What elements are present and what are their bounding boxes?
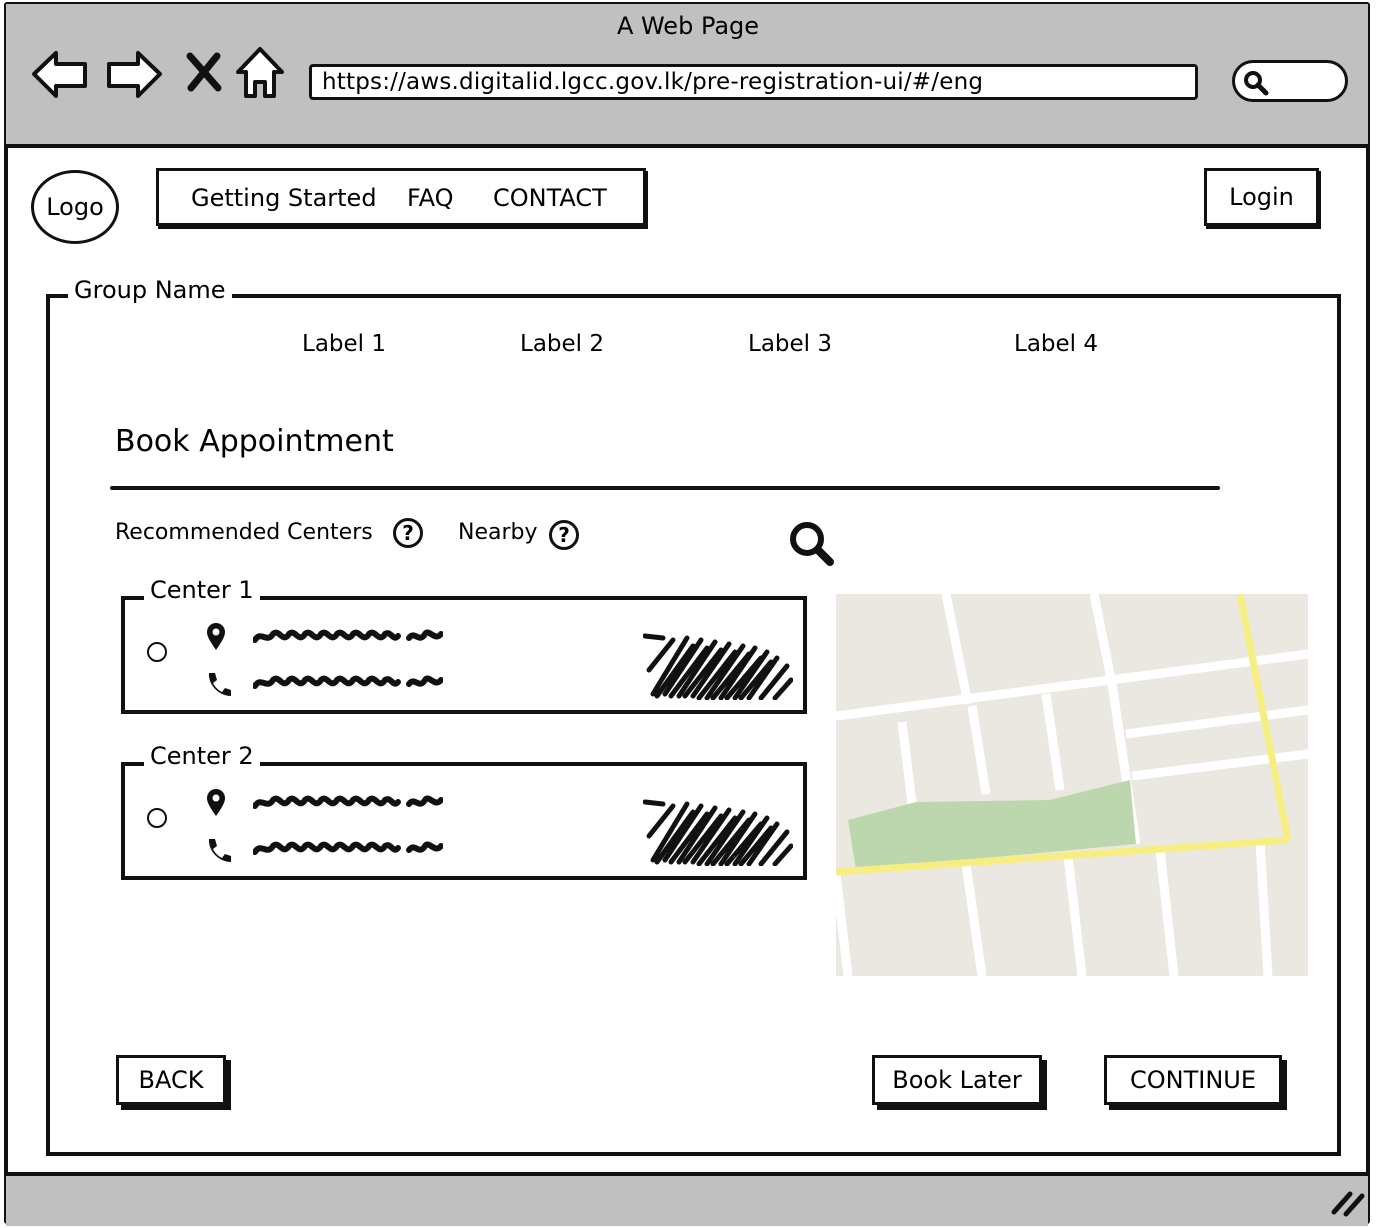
center-title: Center 1 (144, 576, 260, 604)
tab-recommended-centers[interactable]: Recommended Centers (115, 520, 373, 545)
address-bar[interactable]: https://aws.digitalid.lgcc.gov.lk/pre-re… (309, 64, 1198, 100)
center-card[interactable] (121, 762, 807, 880)
scribble-image (642, 796, 794, 870)
center-card[interactable] (121, 596, 807, 714)
redacted-text (252, 626, 444, 652)
login-button[interactable]: Login (1204, 168, 1319, 226)
location-pin-icon (205, 622, 227, 656)
center-title: Center 2 (144, 742, 260, 770)
help-glyph: ? (402, 521, 414, 545)
search-icon (1243, 70, 1269, 100)
phone-icon (205, 836, 233, 868)
home-icon[interactable] (234, 44, 286, 100)
browser-status-bar (6, 1172, 1368, 1226)
search-icon[interactable] (788, 520, 836, 572)
back-button[interactable]: BACK (116, 1055, 226, 1105)
close-icon[interactable] (184, 52, 224, 92)
main-nav: Getting Started FAQ CONTACT (156, 168, 646, 226)
nav-contact[interactable]: CONTACT (493, 184, 607, 212)
location-pin-icon (205, 788, 227, 822)
nav-faq[interactable]: FAQ (407, 184, 454, 212)
address-bar-url: https://aws.digitalid.lgcc.gov.lk/pre-re… (322, 69, 984, 95)
continue-button[interactable]: CONTINUE (1104, 1055, 1282, 1105)
redacted-text (252, 838, 444, 864)
browser-search-field[interactable] (1232, 60, 1348, 102)
tab-nearby[interactable]: Nearby (458, 520, 538, 545)
step-label-2: Label 2 (520, 331, 604, 357)
step-label-4: Label 4 (1014, 331, 1098, 357)
book-later-button[interactable]: Book Later (872, 1055, 1042, 1105)
redacted-text (252, 672, 444, 698)
center-radio[interactable] (147, 642, 167, 662)
section-title: Book Appointment (115, 424, 394, 459)
phone-icon (205, 670, 233, 702)
map[interactable] (836, 594, 1308, 976)
section-divider (110, 486, 1220, 490)
redacted-text (252, 792, 444, 818)
help-icon[interactable]: ? (549, 520, 579, 550)
forward-arrow-icon[interactable] (104, 48, 164, 100)
window-title: A Web Page (616, 12, 760, 40)
step-label-3: Label 3 (748, 331, 832, 357)
help-icon[interactable]: ? (393, 518, 423, 548)
logo: Logo (31, 170, 119, 244)
back-arrow-icon[interactable] (30, 48, 90, 100)
nav-getting-started[interactable]: Getting Started (191, 184, 377, 212)
group-title: Group Name (68, 276, 232, 304)
resize-grip-icon[interactable] (1330, 1188, 1366, 1222)
help-glyph: ? (558, 523, 570, 547)
center-radio[interactable] (147, 808, 167, 828)
step-label-1: Label 1 (302, 331, 386, 357)
scribble-image (642, 630, 794, 704)
